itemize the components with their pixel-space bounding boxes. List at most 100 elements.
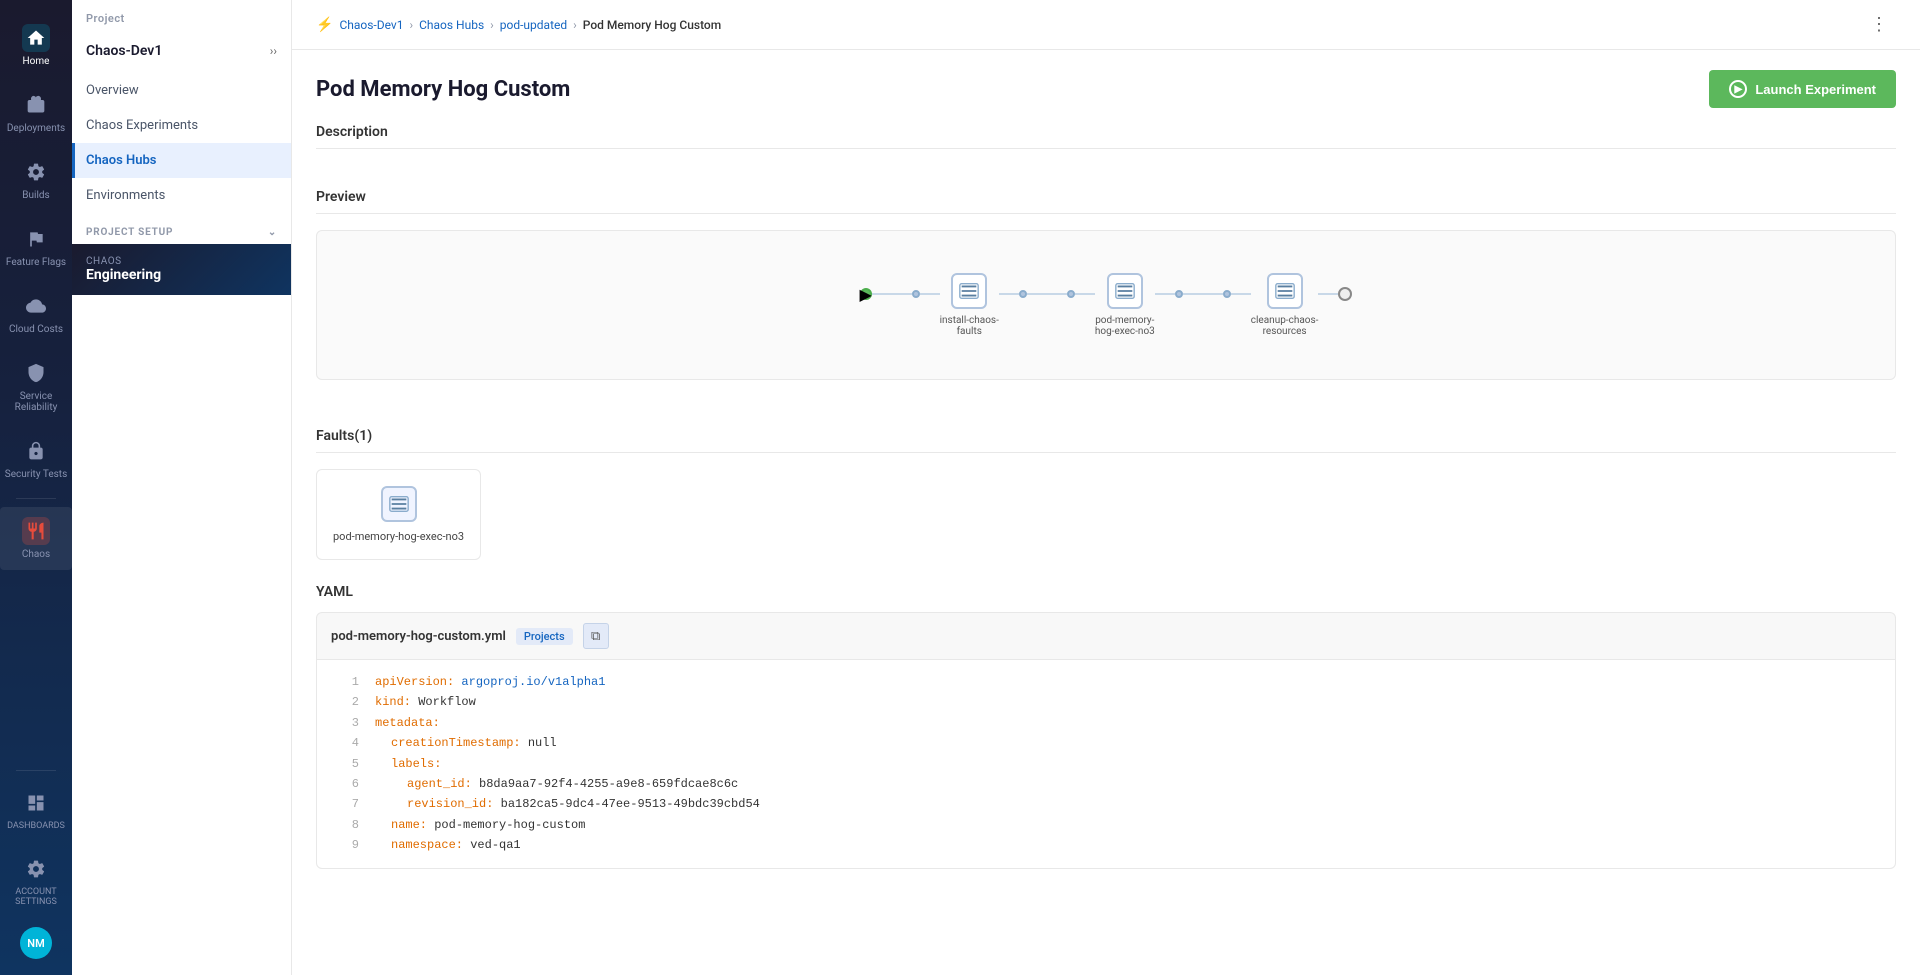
chaos-footer: CHAOS Engineering [72, 244, 291, 295]
sidebar-item-service-reliability[interactable]: Service Reliability [0, 349, 72, 423]
sidebar-item-cloud-costs-label: Cloud Costs [9, 324, 63, 335]
faults-divider [316, 452, 1896, 453]
yaml-line-1: 1 apiVersion: argoproj.io/v1alpha1 [317, 672, 1895, 692]
sidebar-item-builds[interactable]: Builds [0, 148, 72, 211]
mid-dot-4 [1175, 290, 1183, 298]
yaml-content-7: revision_id: ba182ca5-9dc4-47ee-9513-49b… [375, 794, 760, 814]
sidebar-item-home[interactable]: Home [0, 14, 72, 77]
sidebar-item-security-tests-label: Security Tests [5, 469, 67, 480]
mid-dot [912, 290, 920, 298]
connector-line [1075, 293, 1095, 295]
project-setup-label: PROJECT SETUP [86, 227, 173, 238]
yaml-content-8: name: pod-memory-hog-custom [375, 815, 585, 835]
sidebar-item-overview[interactable]: Overview [72, 73, 291, 108]
connector-line [920, 293, 940, 295]
yaml-line-8: 8 name: pod-memory-hog-custom [317, 815, 1895, 835]
line-num-3: 3 [331, 713, 359, 733]
page-title: Pod Memory Hog Custom [316, 77, 570, 102]
preview-section: Preview ▶ [292, 189, 1920, 428]
faults-title: Faults(1) [316, 428, 1896, 444]
breadcrumb-sep-3: › [573, 18, 577, 32]
yaml-badge: Projects [516, 628, 573, 645]
connector-line [872, 293, 912, 295]
yaml-content-6: agent_id: b8da9aa7-92f4-4255-a9e8-659fdc… [375, 774, 738, 794]
workflow-node-label-1: install-chaos- faults [940, 315, 999, 337]
sidebar-item-builds-label: Builds [22, 190, 49, 201]
start-dot: ▶ [860, 288, 872, 300]
yaml-content-9: namespace: ved-qa1 [375, 835, 521, 855]
end-dot [1338, 287, 1352, 301]
workflow-node-1: install-chaos- faults [940, 273, 999, 337]
line-2 [920, 293, 940, 295]
sidebar-bottom-divider [16, 770, 56, 771]
mid-dot-5 [1223, 290, 1231, 298]
yaml-section: YAML pod-memory-hog-custom.yml Projects … [292, 584, 1920, 893]
more-options-button[interactable]: ⋮ [1862, 10, 1896, 39]
yaml-content-4: creationTimestamp: null [375, 733, 557, 753]
project-label: Project [72, 0, 291, 37]
yaml-content-3: metadata: [375, 713, 440, 733]
yaml-line-9: 9 namespace: ved-qa1 [317, 835, 1895, 855]
breadcrumb: ⚡ Chaos-Dev1 › Chaos Hubs › pod-updated … [316, 17, 721, 33]
chevron-down-icon: ⌄ [268, 227, 277, 238]
user-avatar[interactable]: NM [20, 927, 52, 959]
secondary-sidebar: Project Chaos-Dev1 ›› Overview Chaos Exp… [72, 0, 292, 975]
sidebar-item-account-settings-label: ACCOUNT SETTINGS [4, 887, 68, 907]
sidebar-item-deployments[interactable]: Deployments [0, 81, 72, 144]
sidebar-item-chaos[interactable]: Chaos [0, 507, 72, 570]
yaml-filename: pod-memory-hog-custom.yml [331, 629, 506, 644]
workflow-diagram: ▶ install-chaos- faults [860, 273, 1353, 337]
connector-line [999, 293, 1019, 295]
sidebar-item-account-settings[interactable]: ACCOUNT SETTINGS [0, 845, 72, 917]
workflow-node-2: pod-memory- hog-exec-no3 [1095, 273, 1155, 337]
workflow-node-icon-2 [1107, 273, 1143, 309]
workflow-node-icon-3 [1267, 273, 1303, 309]
project-setup-header[interactable]: PROJECT SETUP ⌄ [72, 213, 291, 244]
line-3 [999, 293, 1019, 295]
breadcrumb-chaos-dev1[interactable]: Chaos-Dev1 [339, 18, 403, 32]
yaml-line-3: 3 metadata: [317, 713, 1895, 733]
line-num-4: 4 [331, 733, 359, 753]
sidebar-item-cloud-costs[interactable]: Cloud Costs [0, 282, 72, 345]
sidebar-item-service-reliability-label: Service Reliability [4, 391, 68, 413]
preview-title: Preview [316, 189, 1896, 205]
breadcrumb-pod-updated[interactable]: pod-updated [500, 18, 567, 32]
yaml-line-4: 4 creationTimestamp: null [317, 733, 1895, 753]
mid-dot [1067, 290, 1075, 298]
sidebar-item-security-tests[interactable]: Security Tests [0, 427, 72, 490]
line-num-6: 6 [331, 774, 359, 794]
sidebar-item-chaos-hubs[interactable]: Chaos Hubs [72, 143, 291, 178]
topbar: ⚡ Chaos-Dev1 › Chaos Hubs › pod-updated … [292, 0, 1920, 50]
sidebar-item-feature-flags[interactable]: Feature Flags [0, 215, 72, 278]
yaml-code-block: 1 apiVersion: argoproj.io/v1alpha1 2 kin… [316, 659, 1896, 869]
sidebar-item-dashboards[interactable]: DASHBOARDS [0, 779, 72, 841]
yaml-line-7: 7 revision_id: ba182ca5-9dc4-47ee-9513-4… [317, 794, 1895, 814]
line-6 [1155, 293, 1175, 295]
chevron-right-icon: ›› [270, 44, 277, 58]
preview-divider [316, 213, 1896, 214]
sidebar-item-chaos-label: Chaos [22, 549, 50, 560]
connector-line [1183, 293, 1223, 295]
line-8 [1231, 293, 1251, 295]
sidebar-item-dashboards-label: DASHBOARDS [7, 821, 65, 831]
breadcrumb-current: Pod Memory Hog Custom [583, 18, 721, 32]
project-selector[interactable]: Chaos-Dev1 ›› [72, 37, 291, 73]
mid-dot-2 [1019, 290, 1027, 298]
breadcrumb-sep-1: › [409, 18, 413, 32]
line-num-2: 2 [331, 692, 359, 712]
topbar-actions: ⋮ [1862, 10, 1896, 39]
line-9 [1318, 293, 1338, 295]
workflow-node-label-3: cleanup-chaos- resources [1251, 315, 1319, 337]
launch-experiment-button[interactable]: ▶ Launch Experiment [1709, 70, 1896, 108]
chaos-footer-title: Engineering [86, 267, 277, 283]
breadcrumb-chaos-hubs[interactable]: Chaos Hubs [419, 18, 484, 32]
yaml-content-2: kind: Workflow [375, 692, 476, 712]
yaml-copy-button[interactable]: ⧉ [583, 623, 609, 649]
mid-dot [1175, 290, 1183, 298]
connector-line [1318, 293, 1338, 295]
sidebar-item-environments[interactable]: Environments [72, 178, 291, 213]
workflow-node-label-2: pod-memory- hog-exec-no3 [1095, 315, 1155, 337]
sidebar-item-chaos-experiments[interactable]: Chaos Experiments [72, 108, 291, 143]
line-1 [872, 293, 912, 295]
project-name: Chaos-Dev1 [86, 43, 162, 59]
